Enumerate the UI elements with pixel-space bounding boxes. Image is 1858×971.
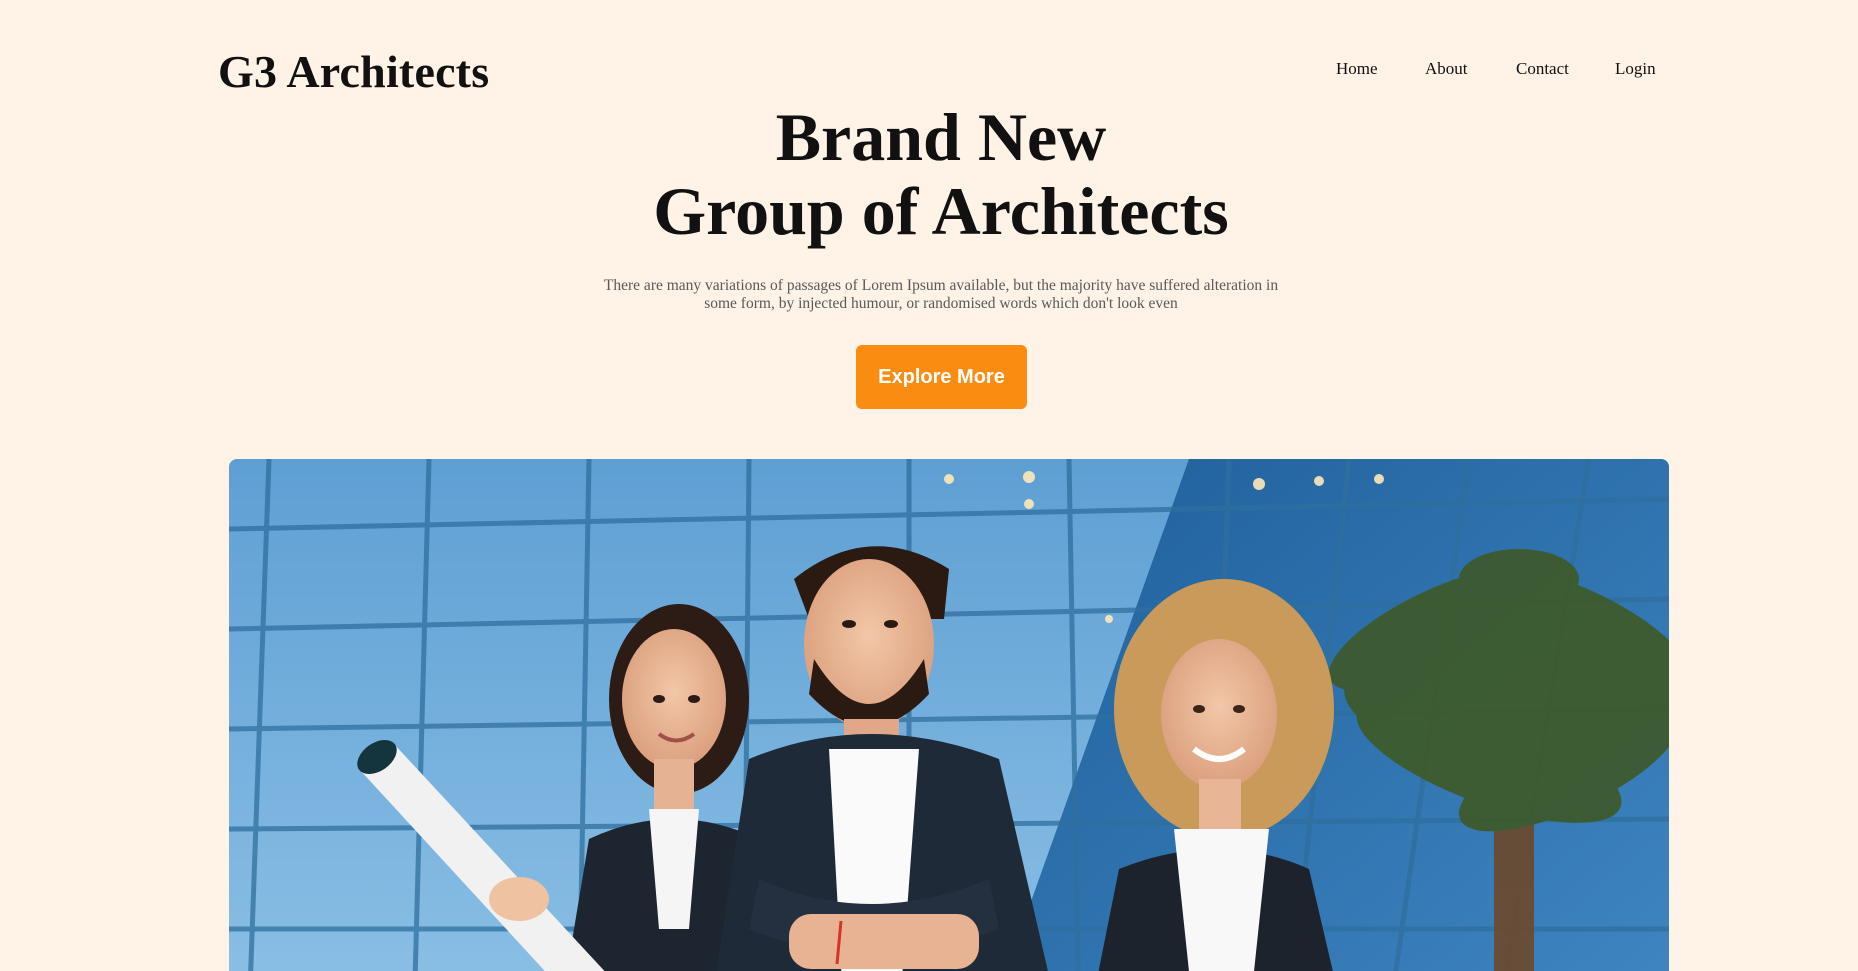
hero-team-photo: [229, 459, 1669, 971]
main-nav: Home About Contact Login: [0, 58, 1858, 80]
nav-about-link[interactable]: About: [1425, 58, 1468, 80]
hero-title-line-1: Brand New: [775, 99, 1107, 175]
explore-more-button[interactable]: Explore More: [856, 345, 1027, 409]
nav-home-link[interactable]: Home: [1336, 58, 1378, 80]
hero-title: Brand New Group of Architects: [0, 100, 1858, 248]
hero-title-line-2: Group of Architects: [653, 173, 1229, 249]
nav-contact-link[interactable]: Contact: [1516, 58, 1569, 80]
hero-subtitle: There are many variations of passages of…: [603, 277, 1279, 312]
nav-login-link[interactable]: Login: [1615, 58, 1656, 80]
